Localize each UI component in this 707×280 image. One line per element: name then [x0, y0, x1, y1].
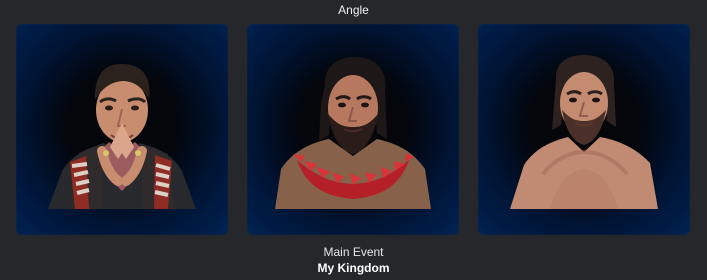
participant-portrait-2 [275, 51, 431, 209]
event-name-label: My Kingdom [317, 261, 390, 275]
participant-portrait-3 [506, 51, 662, 209]
participant-card-row [16, 24, 691, 235]
angle-screen: Angle Main Event My Kingdom [0, 0, 707, 280]
participant-card-2[interactable] [247, 24, 459, 235]
participant-card-3[interactable] [478, 24, 690, 235]
drew-mcintyre-portrait-icon [510, 55, 658, 209]
roman-reigns-portrait-icon [275, 57, 431, 209]
participant-card-1[interactable] [16, 24, 228, 235]
mjf-portrait-icon [48, 63, 196, 209]
section-title: Angle [338, 3, 369, 17]
match-type-label: Main Event [323, 245, 384, 259]
participant-portrait-1 [44, 51, 200, 209]
